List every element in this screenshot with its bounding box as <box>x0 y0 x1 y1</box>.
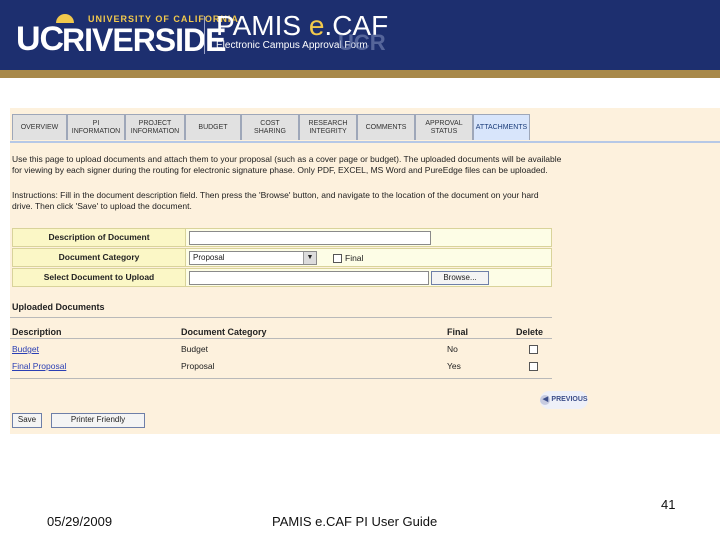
tab-pi-information[interactable]: PI INFORMATION <box>67 114 125 140</box>
tab-project-information[interactable]: PROJECT INFORMATION <box>125 114 185 140</box>
tab-label: RESEARCH <box>308 119 348 127</box>
intro-line-1: Use this page to upload documents and at… <box>12 154 562 164</box>
uploaded-documents-title: Uploaded Documents <box>12 302 105 312</box>
select-document-label: Select Document to Upload <box>13 269 186 286</box>
tab-label: OVERVIEW <box>20 123 59 131</box>
document-final: No <box>447 344 458 354</box>
tab-cost-sharing[interactable]: COST SHARING <box>241 114 299 140</box>
category-select-value: Proposal <box>193 253 225 262</box>
footer-date: 05/29/2009 <box>47 514 113 529</box>
tab-label-line2: SHARING <box>254 127 286 135</box>
tab-label-line2: STATUS <box>430 127 458 135</box>
tab-label: ATTACHMENTS <box>475 123 528 131</box>
document-final: Yes <box>447 361 461 371</box>
document-category: Budget <box>181 344 208 354</box>
app-name-e: e <box>308 10 325 41</box>
tab-budget[interactable]: BUDGET <box>185 114 241 140</box>
category-select[interactable]: Proposal ▼ <box>189 251 317 265</box>
description-input[interactable] <box>189 231 431 245</box>
delete-checkbox[interactable] <box>529 362 538 371</box>
file-path-input[interactable] <box>189 271 429 285</box>
page-number: 41 <box>661 497 676 512</box>
tab-label: PI <box>92 119 100 127</box>
back-arrow-icon: ◀ <box>540 395 551 405</box>
tab-label: APPROVAL <box>425 119 463 127</box>
table-bottom-divider <box>10 378 552 379</box>
instructions-line-1: Instructions: Fill in the document descr… <box>12 190 539 200</box>
description-row: Description of Document <box>12 228 552 247</box>
category-label: Document Category <box>13 249 186 266</box>
tab-label-line2: INFORMATION <box>130 127 180 135</box>
app-name-prefix: PAMIS <box>216 10 309 41</box>
category-row: Document Category Proposal ▼ Final <box>12 248 552 267</box>
save-button[interactable]: Save <box>12 413 42 428</box>
tab-attachments[interactable]: ATTACHMENTS <box>473 114 530 140</box>
logo-riverside: RIVERSIDE <box>62 22 226 58</box>
instructions-line-2: drive. Then click 'Save' to upload the d… <box>12 201 192 211</box>
tab-comments[interactable]: COMMENTS <box>357 114 415 140</box>
printer-friendly-button[interactable]: Printer Friendly <box>51 413 145 428</box>
header-banner: UNIVERSITY OF CALIFORNIA UC RIVERSIDE PA… <box>0 0 720 78</box>
logo-uc: UC <box>16 20 64 58</box>
document-link[interactable]: Final Proposal <box>12 361 66 371</box>
tab-label: PROJECT <box>138 119 172 127</box>
tab-label: BUDGET <box>198 123 228 131</box>
col-category: Document Category <box>181 327 267 337</box>
ucr-watermark: UCR <box>338 30 386 55</box>
document-category: Proposal <box>181 361 215 371</box>
description-label: Description of Document <box>13 229 186 246</box>
final-label: Final <box>345 253 364 263</box>
banner-divider <box>204 16 205 54</box>
tab-approval-status[interactable]: APPROVAL STATUS <box>415 114 473 140</box>
footer-title: PAMIS e.CAF PI User Guide <box>272 514 438 529</box>
final-checkbox[interactable] <box>333 254 342 263</box>
section-divider <box>10 317 552 318</box>
header-divider <box>10 338 552 339</box>
previous-button[interactable]: ◀ PREVIOUS <box>540 391 588 409</box>
select-document-row: Select Document to Upload Browse... <box>12 268 552 287</box>
browse-button[interactable]: Browse... <box>431 271 489 285</box>
tab-label-line2: INTEGRITY <box>309 127 347 135</box>
document-link[interactable]: Budget <box>12 344 39 354</box>
delete-checkbox[interactable] <box>529 345 538 354</box>
previous-label: PREVIOUS <box>551 396 588 403</box>
intro-line-2: for viewing by each signer during the ro… <box>12 165 548 175</box>
tab-research-integrity[interactable]: RESEARCH INTEGRITY <box>299 114 357 140</box>
tab-label: COMMENTS <box>365 123 407 131</box>
col-final: Final <box>447 327 469 337</box>
col-description: Description <box>12 327 62 337</box>
chevron-down-icon: ▼ <box>303 252 316 264</box>
col-delete: Delete <box>516 327 544 337</box>
tab-overview[interactable]: OVERVIEW <box>12 114 67 140</box>
tab-label-line2: INFORMATION <box>71 127 121 135</box>
attachments-page: OVERVIEW PI INFORMATION PROJECT INFORMATIO… <box>10 108 720 434</box>
tab-bar: OVERVIEW PI INFORMATION PROJECT INFORMATIO… <box>10 114 720 143</box>
tab-label: COST <box>260 119 280 127</box>
